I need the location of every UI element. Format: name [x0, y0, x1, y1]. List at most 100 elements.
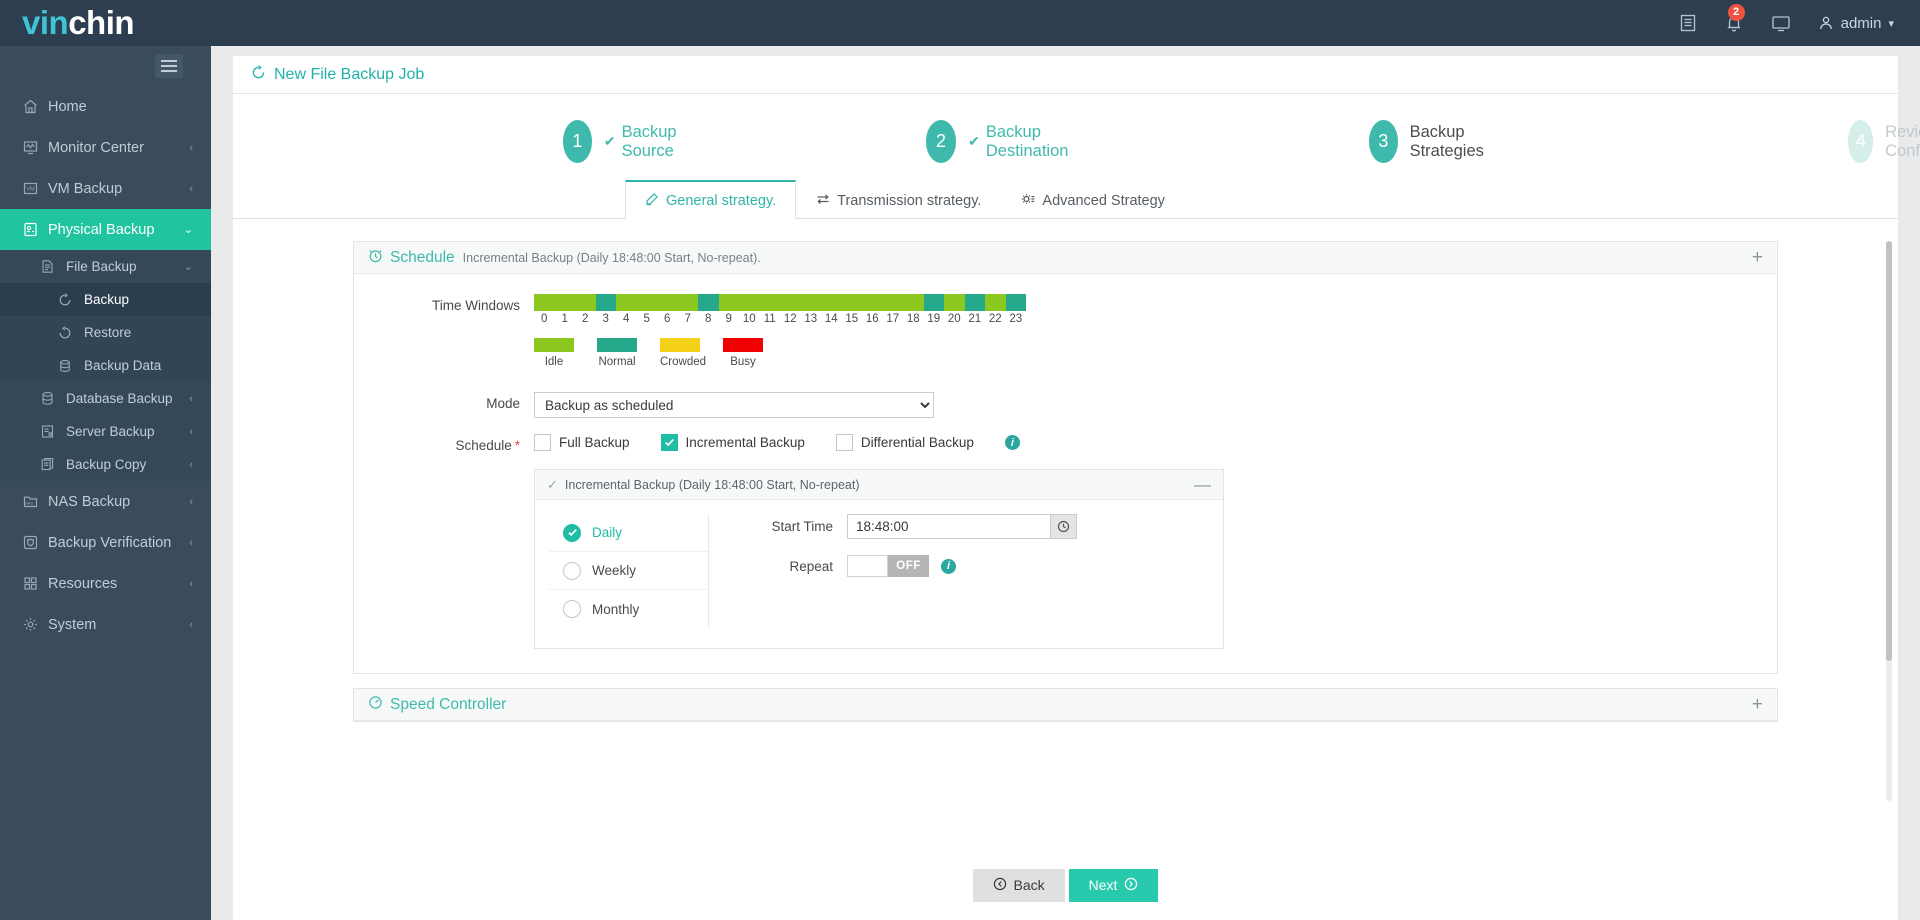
sidebar-item-system[interactable]: System ‹ — [0, 604, 211, 645]
time-window-tick: 6 — [664, 313, 671, 325]
sidebar-item-file-backup[interactable]: File Backup ⌄ — [0, 250, 211, 283]
time-window-hour-19[interactable] — [923, 294, 944, 311]
mode-select[interactable]: Backup as scheduled — [534, 392, 934, 418]
start-time-input[interactable] — [848, 515, 1050, 538]
time-window-hour-23[interactable] — [1005, 294, 1026, 311]
logs-icon[interactable] — [1678, 13, 1698, 33]
step-backup-source[interactable]: 1 ✔ Backup Source — [563, 120, 691, 163]
info-icon[interactable]: i — [1004, 435, 1020, 450]
info-icon[interactable]: i — [941, 558, 956, 574]
time-window-hour-21[interactable] — [964, 294, 985, 311]
checkbox-box[interactable] — [835, 434, 853, 451]
scrollbar-thumb[interactable] — [1886, 241, 1892, 661]
time-window-hour-9[interactable] — [718, 294, 739, 311]
vertical-scrollbar[interactable] — [1886, 241, 1892, 801]
time-window-hour-13[interactable] — [800, 294, 821, 311]
sidebar-item-restore[interactable]: Restore — [0, 316, 211, 349]
app-logo[interactable]: vin chin — [0, 0, 211, 46]
back-button[interactable]: Back — [972, 868, 1065, 902]
time-window-hour-18[interactable] — [903, 294, 924, 311]
time-window-hour-5[interactable] — [636, 294, 657, 311]
time-window-tick: 9 — [725, 313, 732, 325]
time-window-hour-10[interactable] — [739, 294, 760, 311]
sidebar-item-monitor-center[interactable]: Monitor Center ‹ — [0, 127, 211, 168]
clock-picker-icon[interactable] — [1050, 515, 1076, 538]
checkbox-box[interactable] — [534, 434, 551, 451]
radio-weekly[interactable]: Weekly — [549, 552, 708, 590]
time-window-hour-20[interactable] — [944, 294, 965, 311]
time-window-hour-14[interactable] — [821, 294, 842, 311]
time-window-hour-22[interactable] — [985, 294, 1006, 311]
repeat-toggle[interactable]: OFF — [847, 555, 929, 577]
backup-copy-icon — [40, 457, 66, 472]
sidebar-item-backup-copy[interactable]: Backup Copy ‹ — [0, 448, 211, 481]
user-menu[interactable]: admin ▾ — [1818, 15, 1894, 32]
chevron-icon: ‹ — [189, 577, 193, 590]
display-icon[interactable] — [1770, 13, 1792, 33]
sidebar-item-nas-backup[interactable]: NAS NAS Backup ‹ — [0, 481, 211, 522]
time-window-tick: 16 — [865, 313, 879, 325]
legend-item: Busy — [723, 338, 763, 368]
incremental-panel-title: Incremental Backup (Daily 18:48:00 Start… — [564, 477, 860, 492]
time-window-hour-0[interactable] — [534, 294, 555, 311]
time-window-hour-16[interactable] — [862, 294, 883, 311]
radio-daily[interactable]: Daily — [549, 514, 708, 552]
sidebar-item-backup-verification[interactable]: Backup Verification ‹ — [0, 522, 211, 563]
step-backup-strategies[interactable]: 3 Backup Strategies — [1369, 120, 1498, 163]
verification-icon — [22, 534, 48, 551]
sidebar-item-label: VM Backup — [48, 180, 123, 197]
monitor-icon — [22, 139, 48, 156]
time-window-hour-2[interactable] — [575, 294, 596, 311]
step-backup-destination[interactable]: 2 ✔ Backup Destination — [925, 120, 1081, 163]
time-window-tick: 4 — [623, 313, 630, 325]
time-window-hour-7[interactable] — [677, 294, 698, 311]
chevron-icon: ‹ — [189, 618, 193, 631]
time-window-hour-3[interactable] — [595, 294, 616, 311]
step-review-confirm[interactable]: 4 Review & Confirm — [1848, 120, 1920, 163]
checkbox-incremental-backup[interactable]: Incremental Backup — [660, 434, 805, 451]
time-window-tick: 19 — [927, 313, 941, 325]
sidebar-item-physical-backup[interactable]: Physical Backup ⌄ — [0, 209, 211, 250]
sidebar-item-backup-data[interactable]: Backup Data — [0, 349, 211, 382]
sidebar-item-resources[interactable]: Resources ‹ — [0, 563, 211, 604]
time-window-tick: 15 — [845, 313, 859, 325]
strategy-tabs: General strategy. Transmission strategy.… — [233, 179, 1898, 219]
schedule-panel-expand-toggle[interactable]: + — [1752, 248, 1763, 267]
time-windows-bar[interactable] — [534, 294, 1026, 311]
sidebar-item-home[interactable]: Home — [0, 86, 211, 127]
hamburger-icon[interactable] — [155, 54, 183, 78]
checkbox-full-backup[interactable]: Full Backup — [534, 434, 630, 451]
checkbox-box[interactable] — [660, 434, 678, 451]
server-backup-icon — [40, 424, 66, 439]
time-window-hour-15[interactable] — [841, 294, 862, 311]
tab-advanced-strategy[interactable]: Advanced Strategy — [1001, 180, 1185, 219]
checkbox-differential-backup[interactable]: Differential Backup — [835, 434, 974, 451]
speed-controller-expand-toggle[interactable]: + — [1752, 695, 1763, 714]
tab-transmission-strategy[interactable]: Transmission strategy. — [796, 180, 1001, 219]
time-window-hour-6[interactable] — [657, 294, 678, 311]
tab-label: General strategy. — [666, 193, 777, 209]
incremental-panel-collapse-toggle[interactable]: — — [1194, 476, 1211, 493]
logo-text-vin: vin — [22, 4, 69, 41]
radio-monthly[interactable]: Monthly — [549, 590, 708, 628]
radio-circle[interactable] — [563, 600, 581, 618]
tab-general-strategy[interactable]: General strategy. — [625, 180, 797, 219]
time-window-hour-12[interactable] — [780, 294, 801, 311]
time-window-tick: 0 — [541, 313, 548, 325]
sidebar-item-database-backup[interactable]: Database Backup ‹ — [0, 382, 211, 415]
sidebar-item-backup[interactable]: Backup — [0, 283, 211, 316]
time-window-hour-17[interactable] — [882, 294, 903, 311]
time-window-hour-1[interactable] — [554, 294, 575, 311]
time-window-hour-11[interactable] — [759, 294, 780, 311]
sidebar-item-vm-backup[interactable]: VM VM Backup ‹ — [0, 168, 211, 209]
app-shell: Home Monitor Center ‹ VM VM Backup ‹ Phy… — [0, 46, 1920, 920]
toggle-knob[interactable] — [847, 555, 888, 577]
time-window-hour-4[interactable] — [616, 294, 637, 311]
next-button[interactable]: Next — [1068, 868, 1159, 902]
sidebar-item-server-backup[interactable]: Server Backup ‹ — [0, 415, 211, 448]
time-window-hour-8[interactable] — [698, 294, 719, 311]
notifications-icon[interactable]: 2 — [1724, 4, 1745, 33]
time-window-tick: 13 — [804, 313, 818, 325]
radio-circle[interactable] — [563, 523, 581, 542]
radio-circle[interactable] — [563, 561, 581, 580]
